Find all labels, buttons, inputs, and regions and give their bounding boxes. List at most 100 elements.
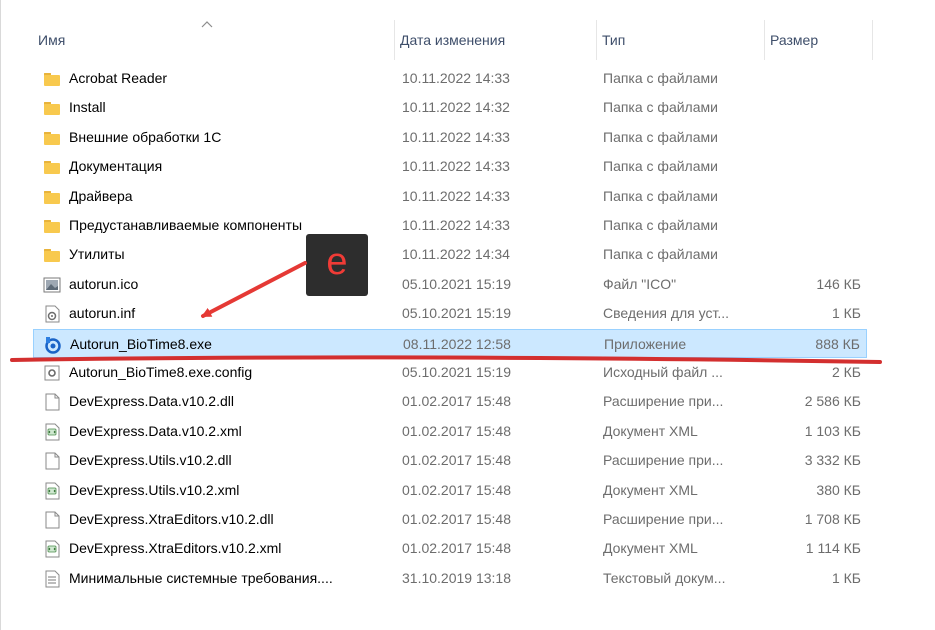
file-size: 1 708 КБ [804, 511, 861, 527]
file-row[interactable]: DevExpress.XtraEditors.v10.2.xml 01.02.20… [33, 534, 867, 563]
file-type: Расширение при... [603, 452, 724, 468]
file-name: autorun.inf [69, 305, 136, 321]
file-row[interactable]: Утилиты 10.11.2022 14:34 Папка с файлами [33, 240, 867, 269]
file-date: 10.11.2022 14:33 [402, 188, 510, 204]
file-type: Папка с файлами [603, 70, 718, 86]
file-type: Расширение при... [603, 511, 724, 527]
file-row[interactable]: Минимальные системные требования.... 31.1… [33, 564, 867, 593]
folder-icon [43, 217, 61, 235]
file-size: 380 КБ [816, 482, 861, 498]
image-file-icon [43, 276, 61, 294]
file-type: Папка с файлами [603, 188, 718, 204]
file-name: DevExpress.Data.v10.2.xml [69, 423, 242, 439]
file-row[interactable]: DevExpress.Data.v10.2.dll 01.02.2017 15:4… [33, 387, 867, 416]
annotation-callout: e [306, 234, 368, 296]
file-type: Расширение при... [603, 393, 724, 409]
file-size: 888 КБ [815, 336, 860, 352]
blank-file-icon [43, 452, 61, 470]
file-row[interactable]: Драйвера 10.11.2022 14:33 Папка с файлами [33, 182, 867, 211]
file-size: 146 КБ [816, 276, 861, 292]
file-row[interactable]: DevExpress.Utils.v10.2.xml 01.02.2017 15:… [33, 476, 867, 505]
file-date: 01.02.2017 15:48 [402, 393, 511, 409]
file-type: Документ XML [603, 482, 698, 498]
file-date: 31.10.2019 13:18 [402, 570, 511, 586]
file-size: 2 КБ [831, 364, 861, 380]
file-size: 2 586 КБ [804, 393, 861, 409]
file-size: 3 332 КБ [804, 452, 861, 468]
file-row[interactable]: Autorun_BioTime8.exe.config 05.10.2021 15… [33, 358, 867, 387]
window-left-edge [0, 0, 1, 630]
config-file-icon [43, 364, 61, 382]
file-row[interactable]: autorun.ico 05.10.2021 15:19 Файл "ICO" 146… [33, 270, 867, 299]
file-name: Внешние обработки 1С [69, 129, 222, 145]
file-date: 01.02.2017 15:48 [402, 452, 511, 468]
file-date: 10.11.2022 14:32 [402, 99, 510, 115]
column-header-date[interactable]: Дата изменения [395, 20, 595, 60]
file-row[interactable]: Внешние обработки 1С 10.11.2022 14:33 Папк… [33, 123, 867, 152]
folder-icon [43, 158, 61, 176]
file-name: Autorun_BioTime8.exe [70, 336, 212, 352]
file-type: Файл "ICO" [603, 276, 677, 292]
file-name: DevExpress.Utils.v10.2.xml [69, 482, 240, 498]
app-exe-icon [44, 336, 62, 354]
file-date: 05.10.2021 15:19 [402, 364, 511, 380]
file-name: DevExpress.XtraEditors.v10.2.xml [69, 540, 282, 556]
column-header-name[interactable]: Имя [33, 20, 393, 60]
file-name: DevExpress.Data.v10.2.dll [69, 393, 234, 409]
folder-icon [43, 188, 61, 206]
file-row[interactable]: Предустанавливаемые компоненты 10.11.2022… [33, 211, 867, 240]
file-row[interactable]: Autorun_BioTime8.exe 08.11.2022 12:58 Прил… [33, 329, 867, 358]
xml-file-icon [43, 540, 61, 558]
file-type: Сведения для уст... [603, 305, 730, 321]
blank-file-icon [43, 393, 61, 411]
file-name: Минимальные системные требования.... [69, 570, 333, 586]
file-type: Текстовый докум... [603, 570, 726, 586]
file-row[interactable]: DevExpress.Data.v10.2.xml 01.02.2017 15:4… [33, 417, 867, 446]
file-type: Папка с файлами [603, 129, 718, 145]
file-row[interactable]: Install 10.11.2022 14:32 Папка с файлами [33, 93, 867, 122]
file-date: 05.10.2021 15:19 [402, 305, 511, 321]
file-name: Драйвера [69, 188, 133, 204]
file-type: Исходный файл ... [603, 364, 723, 380]
file-size: 1 КБ [831, 570, 861, 586]
file-name: Acrobat Reader [69, 70, 168, 86]
folder-icon [43, 129, 61, 147]
folder-icon [43, 246, 61, 264]
file-type: Документ XML [603, 540, 698, 556]
text-file-icon [43, 570, 61, 588]
file-row[interactable]: DevExpress.XtraEditors.v10.2.dll 01.02.20… [33, 505, 867, 534]
file-date: 10.11.2022 14:33 [402, 129, 510, 145]
file-size: 1 КБ [831, 305, 861, 321]
column-divider[interactable] [872, 20, 873, 60]
xml-file-icon [43, 482, 61, 500]
folder-icon [43, 99, 61, 117]
file-date: 01.02.2017 15:48 [402, 511, 511, 527]
file-row[interactable]: Acrobat Reader 10.11.2022 14:33 Папка с фа… [33, 64, 867, 93]
file-date: 01.02.2017 15:48 [402, 423, 511, 439]
file-row[interactable]: autorun.inf 05.10.2021 15:19 Сведения для … [33, 299, 867, 328]
file-type: Папка с файлами [603, 217, 718, 233]
file-date: 08.11.2022 12:58 [403, 336, 511, 352]
file-type: Документ XML [603, 423, 698, 439]
file-date: 05.10.2021 15:19 [402, 276, 511, 292]
folder-icon [43, 70, 61, 88]
file-type: Папка с файлами [603, 99, 718, 115]
file-date: 01.02.2017 15:48 [402, 482, 511, 498]
settings-file-icon [43, 305, 61, 323]
file-name: Документация [69, 158, 163, 174]
annotation-label: e [326, 241, 348, 283]
file-row[interactable]: DevExpress.Utils.v10.2.dll 01.02.2017 15:… [33, 446, 867, 475]
file-name: Install [69, 99, 106, 115]
xml-file-icon [43, 423, 61, 441]
file-row[interactable]: Документация 10.11.2022 14:33 Папка с файл… [33, 152, 867, 181]
file-type: Приложение [604, 336, 687, 352]
column-header-size[interactable]: Размер [765, 20, 871, 60]
file-size: 1 114 КБ [805, 540, 861, 556]
file-date: 01.02.2017 15:48 [402, 540, 511, 556]
file-name: Autorun_BioTime8.exe.config [69, 364, 253, 380]
file-name: DevExpress.XtraEditors.v10.2.dll [69, 511, 274, 527]
file-type: Папка с файлами [603, 246, 718, 262]
column-header-type[interactable]: Тип [597, 20, 763, 60]
file-date: 10.11.2022 14:33 [402, 217, 510, 233]
file-type: Папка с файлами [603, 158, 718, 174]
